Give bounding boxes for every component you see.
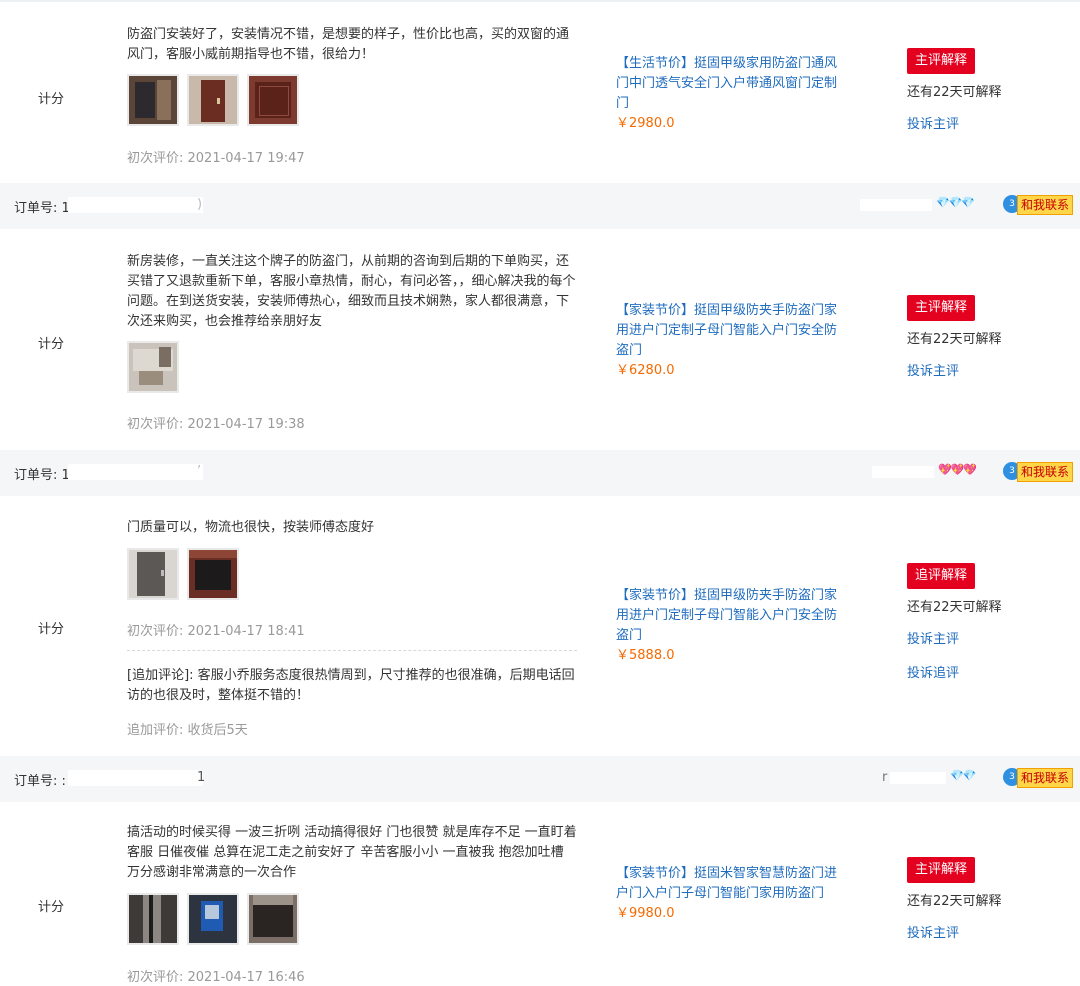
order-number-masked bbox=[68, 464, 203, 480]
review-photo[interactable] bbox=[127, 548, 179, 600]
explain-days-left: 还有22天可解释 bbox=[907, 85, 1002, 100]
score-label: 计分 bbox=[38, 92, 65, 107]
review-row: 计分 门质量可以，物流也很快，按装师傅态度好 初次评价: 2021-04-17 … bbox=[0, 496, 1080, 756]
order-number-tail: 1 bbox=[197, 770, 206, 785]
explain-followup-button[interactable]: 追评解释 bbox=[907, 563, 976, 589]
explain-days-left: 还有22天可解释 bbox=[907, 894, 1002, 909]
review-text: 门质量可以，物流也很快，按装师傅态度好 bbox=[127, 520, 375, 535]
contact-me-label: 和我联系 bbox=[1017, 768, 1074, 788]
explain-button[interactable]: 主评解释 bbox=[907, 857, 976, 883]
followup-divider bbox=[127, 650, 577, 651]
buyer-level-icon: 💎💎💎 bbox=[936, 196, 975, 209]
buyer-name-masked bbox=[872, 466, 934, 478]
complain-main-link[interactable]: 投诉主评 bbox=[907, 115, 1002, 135]
product-info: 【家装节价】挺固米智家智慧防盗门进户门入户门子母门智能门家用防盗门 ￥9980.… bbox=[616, 864, 840, 924]
complain-main-link[interactable]: 投诉主评 bbox=[907, 630, 1002, 650]
review-row: 计分 防盗门安装好了，安装情况不错，是想要的样子，性价比也高，买的双窗的通风门，… bbox=[0, 0, 1080, 182]
order-number-label: 订单号: : bbox=[14, 774, 66, 789]
explain-days-left: 还有22天可解释 bbox=[907, 332, 1002, 347]
buyer-level-icon: 💎💎 bbox=[950, 769, 976, 782]
order-number-tail: ’ bbox=[197, 464, 202, 479]
review-date: 初次评价: 2021-04-17 19:38 bbox=[127, 417, 305, 432]
review-text: 防盗门安装好了，安装情况不错，是想要的样子，性价比也高，买的双窗的通风门，客服小… bbox=[127, 27, 570, 62]
review-photo[interactable] bbox=[247, 74, 299, 126]
product-info: 【生活节价】挺固甲级家用防盗门通风门中门透气安全门入户带通风窗门定制门 ￥298… bbox=[616, 54, 840, 134]
score-label: 计分 bbox=[38, 900, 65, 915]
review-photos bbox=[127, 74, 307, 130]
review-date: 初次评价: 2021-04-17 18:41 bbox=[127, 624, 305, 639]
product-title-link[interactable]: 【生活节价】挺固甲级家用防盗门通风门中门透气安全门入户带通风窗门定制门 bbox=[616, 54, 840, 114]
score-label: 计分 bbox=[38, 622, 65, 637]
buyer-name-masked bbox=[890, 772, 946, 784]
product-info: 【家装节价】挺固甲级防夹手防盗门家用进户门定制子母门智能入户门安全防盗门 ￥62… bbox=[616, 301, 840, 381]
buyer-level-icon: 💖💖💖 bbox=[938, 463, 977, 476]
review-date: 初次评价: 2021-04-17 19:47 bbox=[127, 151, 305, 166]
review-actions: 主评解释 还有22天可解释 投诉主评 bbox=[907, 295, 1002, 382]
score-label: 计分 bbox=[38, 337, 65, 352]
review-text: 新房装修，一直关注这个牌子的防盗门，从前期的咨询到后期的下单购买，还买错了又退款… bbox=[127, 254, 576, 329]
review-photos bbox=[127, 548, 247, 604]
review-actions: 主评解释 还有22天可解释 投诉主评 bbox=[907, 48, 1002, 135]
complain-main-link[interactable]: 投诉主评 bbox=[907, 362, 1002, 382]
order-number-label: 订单号: 1 bbox=[14, 468, 70, 483]
product-info: 【家装节价】挺固甲级防夹手防盗门家用进户门定制子母门智能入户门安全防盗门 ￥58… bbox=[616, 586, 840, 666]
buyer-name-masked bbox=[860, 199, 932, 211]
complain-main-link[interactable]: 投诉主评 bbox=[907, 924, 1002, 944]
explain-button[interactable]: 主评解释 bbox=[907, 48, 976, 74]
review-photo[interactable] bbox=[187, 548, 239, 600]
order-bar: 订单号: 1 ) 💎💎💎 3 和我联系 bbox=[0, 183, 1080, 229]
order-number-label: 订单号: 1 bbox=[14, 201, 70, 216]
review-photo[interactable] bbox=[127, 341, 179, 393]
review-actions: 追评解释 还有22天可解释 投诉主评 投诉追评 bbox=[907, 563, 1002, 684]
review-actions: 主评解释 还有22天可解释 投诉主评 bbox=[907, 857, 1002, 944]
contact-me-label: 和我联系 bbox=[1017, 195, 1074, 215]
review-photos bbox=[127, 893, 307, 949]
followup-text: [追加评论]: 客服小乔服务态度很热情周到，尺寸推荐的也很准确，后期电话回访的也… bbox=[127, 668, 575, 703]
product-title-link[interactable]: 【家装节价】挺固甲级防夹手防盗门家用进户门定制子母门智能入户门安全防盗门 bbox=[616, 586, 840, 646]
explain-button[interactable]: 主评解释 bbox=[907, 295, 976, 321]
order-number-masked bbox=[68, 770, 203, 786]
review-row: 计分 新房装修，一直关注这个牌子的防盗门，从前期的咨询到后期的下单购买，还买错了… bbox=[0, 229, 1080, 450]
order-number-tail: ) bbox=[197, 197, 203, 212]
review-photo[interactable] bbox=[247, 893, 299, 945]
product-title-link[interactable]: 【家装节价】挺固甲级防夹手防盗门家用进户门定制子母门智能入户门安全防盗门 bbox=[616, 301, 840, 361]
buyer-name-initial: r bbox=[882, 770, 888, 785]
review-photo[interactable] bbox=[187, 74, 239, 126]
product-price: ￥9980.0 bbox=[616, 906, 675, 921]
review-photos bbox=[127, 341, 187, 397]
review-date: 初次评价: 2021-04-17 16:46 bbox=[127, 970, 305, 985]
review-photo[interactable] bbox=[127, 74, 179, 126]
explain-days-left: 还有22天可解释 bbox=[907, 600, 1002, 615]
contact-me-label: 和我联系 bbox=[1017, 462, 1074, 482]
review-row: 计分 搞活动的时候买得 一波三折咧 活动搞得很好 门也很赞 就是库存不足 一直盯… bbox=[0, 802, 1080, 986]
review-photo[interactable] bbox=[127, 893, 179, 945]
order-bar: 订单号: 1 ’ 💖💖💖 3 和我联系 bbox=[0, 450, 1080, 496]
order-bar: 订单号: : 1 r 💎💎 3 和我联系 bbox=[0, 756, 1080, 802]
product-price: ￥6280.0 bbox=[616, 363, 675, 378]
followup-date: 追加评价: 收货后5天 bbox=[127, 723, 248, 738]
review-text: 搞活动的时候买得 一波三折咧 活动搞得很好 门也很赞 就是库存不足 一直盯着客服… bbox=[127, 825, 577, 880]
review-photo[interactable] bbox=[187, 893, 239, 945]
complain-followup-link[interactable]: 投诉追评 bbox=[907, 664, 1002, 684]
product-price: ￥5888.0 bbox=[616, 648, 675, 663]
order-number-masked bbox=[68, 197, 203, 213]
product-price: ￥2980.0 bbox=[616, 116, 675, 131]
product-title-link[interactable]: 【家装节价】挺固米智家智慧防盗门进户门入户门子母门智能门家用防盗门 bbox=[616, 864, 840, 904]
